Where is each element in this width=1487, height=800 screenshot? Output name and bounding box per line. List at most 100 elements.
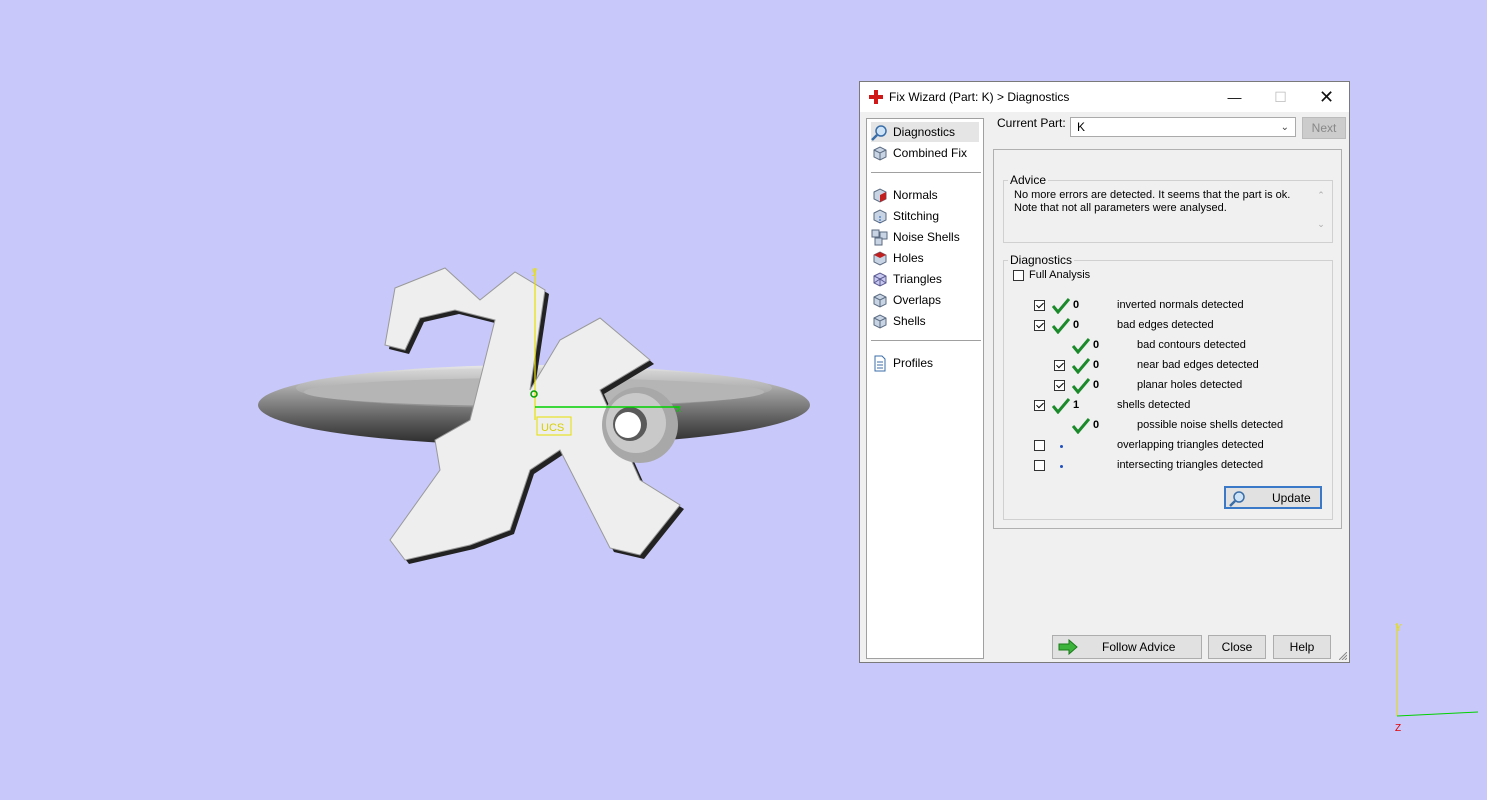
ok-check-icon [1052,298,1070,314]
nav-item-label: Shells [893,314,926,328]
maximize-button[interactable]: ☐ [1258,82,1303,112]
nav-item-label: Triangles [893,272,942,286]
nav-item-combined-fix[interactable]: Combined Fix [871,143,979,163]
diagnostic-label: possible noise shells detected [1137,419,1284,431]
nav-item-label: Overlaps [893,293,942,307]
advice-scrollbar[interactable]: ⌃ ⌄ [1313,188,1329,236]
scroll-up-icon[interactable]: ⌃ [1313,190,1329,201]
full-analysis-label: Full Analysis [1029,269,1091,281]
help-button[interactable]: Help [1273,635,1331,659]
nav-item-label: Diagnostics [893,125,956,139]
diagnostic-label: inverted normals detected [1117,299,1244,311]
diagnostic-count: 0 [1093,419,1100,431]
window-title: Fix Wizard (Part: K) > Diagnostics [889,90,1070,104]
nav-item-label: Profiles [893,356,934,370]
current-part-value: K [1077,120,1086,134]
nav-item-label: Stitching [893,209,940,223]
advice-line: Note that not all parameters were analys… [1014,202,1227,214]
update-label: Update [1272,490,1311,505]
nav-item-profiles[interactable]: Profiles [871,353,979,373]
fix-wizard-dialog: Fix Wizard (Part: K) > Diagnostics — ☐ ✕… [859,81,1350,663]
advice-legend: Advice [1010,173,1047,187]
diagnostic-checkbox[interactable] [1054,380,1065,391]
diagnostic-count: 1 [1073,399,1080,411]
nav-item-shells[interactable]: Shells [871,311,979,331]
nav-item-label: Holes [893,251,924,265]
overlaps-cube-icon [873,292,887,308]
close-button[interactable]: Close [1208,635,1266,659]
diagnostic-label: overlapping triangles detected [1117,439,1264,451]
nav-item-triangles[interactable]: Triangles [871,269,979,289]
diagnostic-label: bad edges detected [1117,319,1214,331]
scroll-down-icon[interactable]: ⌄ [1313,219,1329,230]
ok-check-icon [1052,398,1070,414]
nav-item-diagnostics[interactable]: Diagnostics [871,122,979,142]
triangles-cube-icon [873,271,887,287]
nav-item-stitching[interactable]: Stitching [871,206,979,226]
diagnostic-count: 0 [1073,319,1080,331]
diagnostic-checkbox[interactable] [1034,300,1045,311]
diagnostic-label: near bad edges detected [1137,359,1259,371]
advice-line: No more errors are detected. It seems th… [1014,189,1291,201]
nav-item-label: Noise Shells [893,230,960,244]
triad-z-label: Z [1395,723,1401,734]
arrow-right-icon [1058,639,1078,655]
diagnostic-count: 0 [1093,379,1100,391]
normals-cube-icon [873,187,887,203]
diagnostic-count: 0 [1093,359,1100,371]
noise-shells-icon [871,229,888,245]
nav-item-noise-shells[interactable]: Noise Shells [871,227,979,247]
diagnostic-count: 0 [1093,339,1100,351]
diagnostic-label: planar holes detected [1137,379,1243,391]
follow-advice-button[interactable]: Follow Advice [1052,635,1202,659]
pending-dot-icon [1060,445,1063,448]
ok-check-icon [1072,358,1090,374]
magnifier-icon [871,124,887,141]
shells-cube-icon [873,313,887,329]
full-analysis-checkbox[interactable] [1013,270,1024,281]
ok-check-icon [1072,378,1090,394]
nav-item-normals[interactable]: Normals [871,185,979,205]
ok-check-icon [1072,418,1090,434]
title-bar[interactable]: Fix Wizard (Part: K) > Diagnostics — ☐ ✕ [860,82,1349,112]
pending-dot-icon [1060,465,1063,468]
bail-ring-hole [615,412,641,438]
resize-grip-icon[interactable] [1339,652,1347,660]
diagnostic-checkbox[interactable] [1034,460,1045,471]
diagnostic-count: 0 [1073,299,1080,311]
diagnostic-checkbox[interactable] [1034,440,1045,451]
close-window-button[interactable]: ✕ [1304,82,1349,112]
wizard-nav-panel: Diagnostics Combined Fix Normals Stitchi… [866,118,984,659]
triad-y-label: Y [1395,623,1402,634]
update-button[interactable]: Update [1224,486,1322,509]
next-button[interactable]: Next [1302,117,1346,139]
nav-separator [871,172,981,173]
nav-item-overlaps[interactable]: Overlaps [871,290,979,310]
magnifier-icon [1229,491,1245,507]
diagnostic-label: bad contours detected [1137,339,1246,351]
ok-check-icon [1052,318,1070,334]
nav-item-holes[interactable]: Holes [871,248,979,268]
current-part-label: Current Part: [997,116,1066,130]
advice-text: No more errors are detected. It seems th… [1014,189,1310,215]
medical-cross-icon [869,90,883,104]
ucs-y-label: y [532,266,537,277]
triad-x-axis [1396,711,1479,717]
diagnostic-checkbox[interactable] [1034,320,1045,331]
nav-separator [871,340,981,341]
ucs-label: UCS [541,422,564,434]
diagnostics-legend: Diagnostics [1010,253,1073,267]
holes-cube-icon [873,250,887,266]
stitching-cube-icon [873,208,887,224]
diagnostic-label: shells detected [1117,399,1191,411]
nav-item-label: Combined Fix [893,146,968,160]
chevron-down-icon: ⌄ [1280,122,1289,133]
diagnostic-checkbox[interactable] [1054,360,1065,371]
follow-advice-label: Follow Advice [1102,640,1176,654]
document-icon [874,355,886,371]
current-part-select[interactable]: K ⌄ [1070,117,1296,137]
diagnostic-label: intersecting triangles detected [1117,459,1264,471]
diagnostic-checkbox[interactable] [1034,400,1045,411]
minimize-button[interactable]: — [1212,82,1257,112]
nav-item-label: Normals [893,188,938,202]
